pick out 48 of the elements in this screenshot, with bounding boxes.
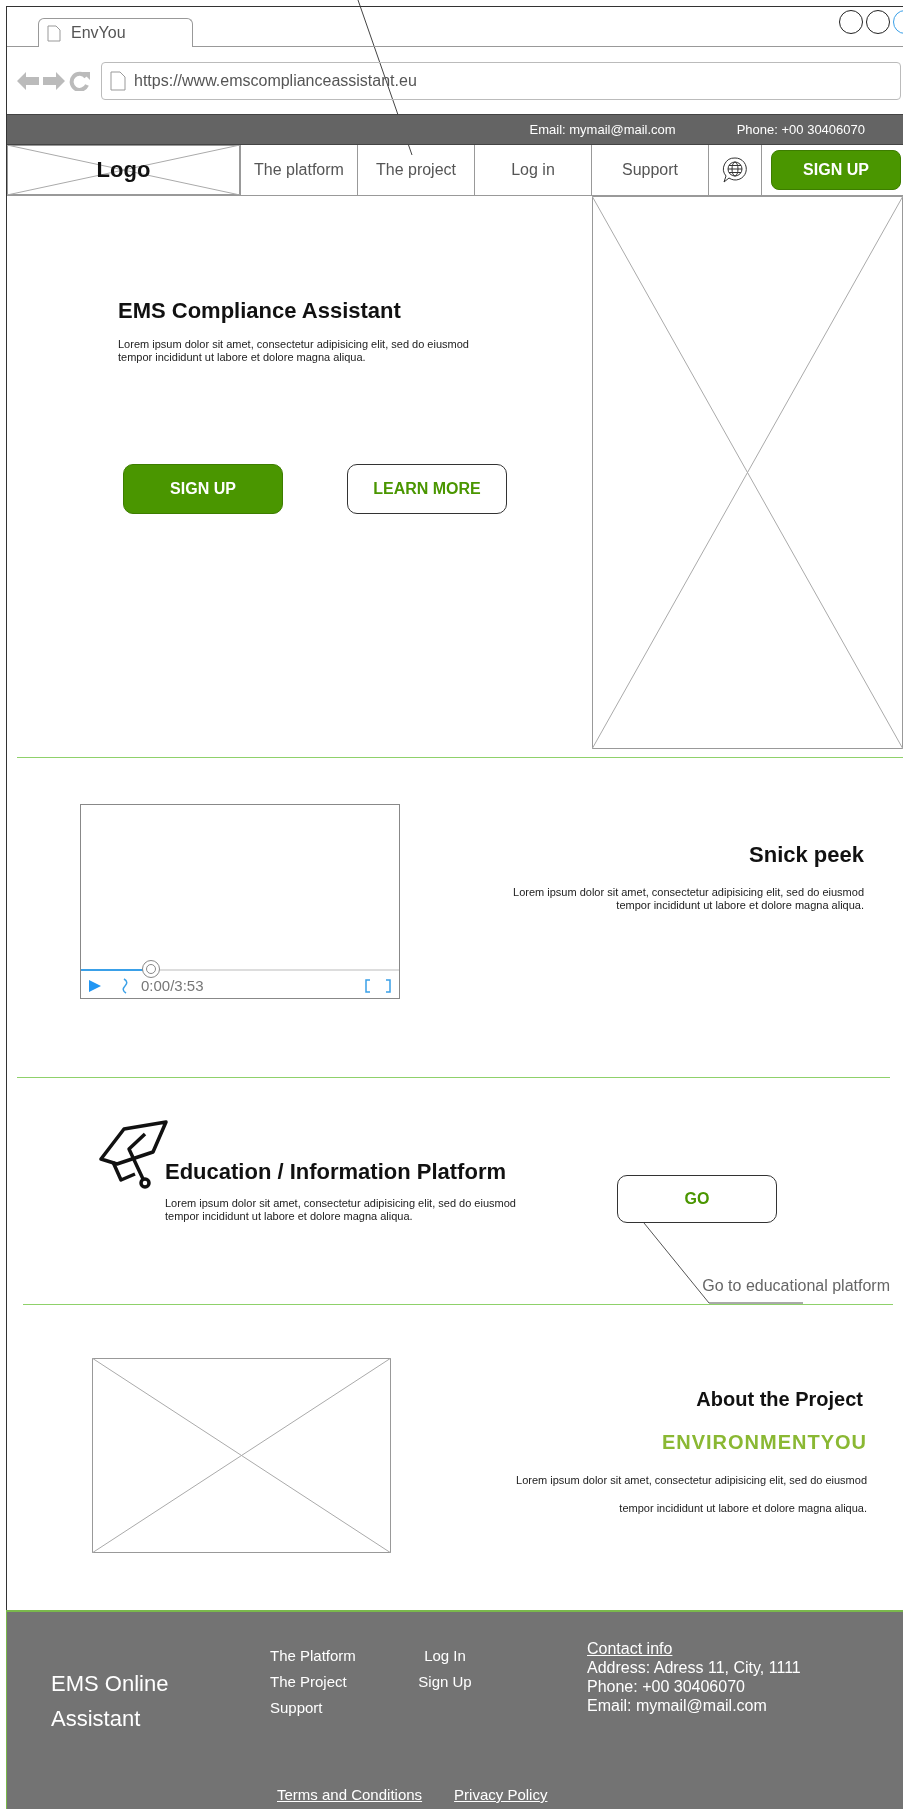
sign-up-button[interactable]: SIGN UP — [771, 150, 901, 190]
logo-text[interactable]: Logo — [96, 157, 151, 183]
play-icon[interactable] — [89, 979, 101, 992]
seek-slider[interactable] — [81, 963, 399, 975]
footer-link[interactable]: Terms and Conditions — [277, 1786, 423, 1803]
contact-line: Phone: +00 30406070 — [587, 1677, 746, 1696]
footer-link[interactable]: Support — [270, 1699, 410, 1716]
footer-brand: EMS Online Assistant — [51, 1670, 170, 1733]
forward-arrow-icon[interactable] — [43, 71, 65, 90]
footer-link[interactable]: Sign Up — [418, 1673, 472, 1690]
brand-name: ENVIRONMENTYOU — [661, 1431, 867, 1454]
footer-link[interactable]: The Project — [270, 1673, 410, 1690]
page-icon — [110, 70, 126, 91]
nav-link[interactable]: Support — [591, 145, 708, 195]
sign-up-button[interactable]: SIGN UP — [123, 464, 283, 514]
address-field[interactable]: https://www.emscomplianceassistant.eu — [101, 61, 901, 100]
contact-heading[interactable]: Contact info — [587, 1639, 801, 1658]
section-title: Snick peek — [749, 842, 864, 868]
browser-tab[interactable]: EnvYou — [38, 18, 193, 47]
section-title: About the Project — [696, 1388, 863, 1411]
note-text: Go to educational platform — [702, 1277, 890, 1295]
hero-text: Lorem ipsum dolor sit amet, consectetur adipisicing elit, sed do eiusmod tempor incididunt ut labore et dolore magna aliqua. — [118, 338, 470, 364]
section-title: Education / Information Platform — [165, 1159, 507, 1185]
footer-link[interactable]: Privacy Policy — [454, 1786, 548, 1803]
page-icon — [47, 24, 61, 42]
nav-link[interactable]: Log in — [474, 145, 591, 195]
video-time: 0:00/3:53 — [141, 977, 204, 994]
nav-link[interactable]: The project — [357, 145, 474, 195]
nav-link[interactable]: The platform — [240, 145, 357, 195]
slider-thumb[interactable] — [141, 960, 160, 978]
learn-more-button[interactable]: LEARN MORE — [347, 464, 507, 514]
section-text: Lorem ipsum dolor sit amet, consectetur adipisicing elit, sed do eiusmod tempor incididunt ut labore et dolore magna aliqua. — [515, 1473, 867, 1516]
fullscreen-icon[interactable] — [365, 978, 391, 993]
hero-title: EMS Compliance Assistant — [118, 298, 402, 324]
reload-icon[interactable] — [69, 70, 91, 91]
contact-line: Email: mymail@mail.com — [587, 1696, 768, 1715]
section-text: Lorem ipsum dolor sit amet, consectetur adipisicing elit, sed do eiusmod tempor incididunt ut labore et dolore magna aliqua. — [512, 886, 864, 912]
back-arrow-icon[interactable] — [17, 71, 39, 90]
contact-line: Address: Adress 11, City, 1111 — [587, 1658, 801, 1677]
url-text: https://www.emscomplianceassistant.eu — [134, 71, 417, 90]
go-button[interactable]: GO — [617, 1175, 777, 1223]
footer-link[interactable]: Log In — [424, 1647, 466, 1664]
video-player[interactable]: 0:00/3:53 — [80, 804, 400, 999]
footer-link[interactable]: The Platform — [270, 1647, 410, 1664]
globe-icon[interactable] — [721, 156, 749, 184]
section-text: Lorem ipsum dolor sit amet, consectetur adipisicing elit, sed do eiusmod tempor incididunt ut labore et dolore magna aliqua. — [165, 1197, 517, 1223]
email-text: Email: mymail@mail.com — [529, 122, 676, 137]
phone-text: Phone: +00 30406070 — [736, 122, 865, 137]
